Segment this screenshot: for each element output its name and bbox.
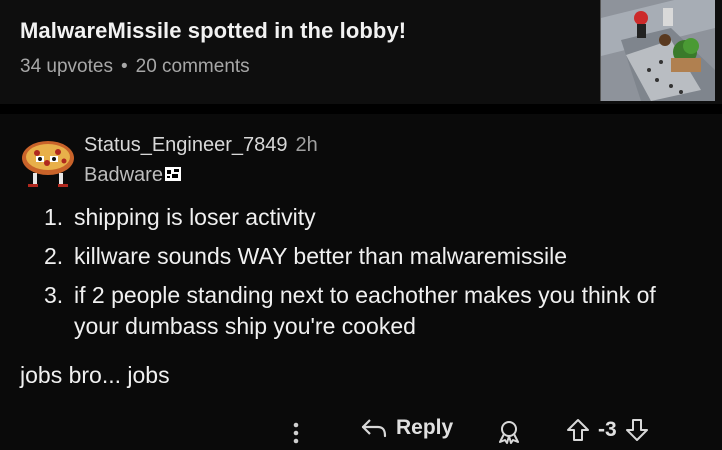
comment-time: 2h <box>295 134 318 156</box>
vote-controls: -3 <box>566 418 649 442</box>
post-thumbnail[interactable] <box>600 0 715 101</box>
username[interactable]: Status_Engineer_7849 <box>84 134 288 156</box>
list-text: if 2 people standing next to eachother m… <box>74 282 656 339</box>
reply-label: Reply <box>396 416 454 439</box>
section-divider <box>0 104 722 114</box>
comment-author[interactable]: Status_Engineer_7849 2h <box>84 134 318 157</box>
flair-text: Badware <box>84 164 163 186</box>
post-header[interactable]: MalwareMissile spotted in the lobby! 34 … <box>0 0 722 104</box>
downvote-arrow-icon[interactable] <box>625 418 649 442</box>
comment-actions: Reply -3 <box>0 410 722 450</box>
comment: Status_Engineer_7849 2h Badware 1. shippi… <box>0 114 722 450</box>
meta-separator: • <box>120 56 128 77</box>
list-item: 1. shipping is loser activity <box>44 202 684 233</box>
comment-count: 20 comments <box>135 56 250 77</box>
user-flair: Badware <box>84 164 181 187</box>
flair-icon <box>164 164 181 187</box>
reply-arrow-icon <box>361 419 387 438</box>
list-item: 3. if 2 people standing next to eachothe… <box>44 280 684 342</box>
list-number: 3. <box>44 282 64 308</box>
list-number: 1. <box>44 204 64 230</box>
list-item: 2. killware sounds WAY better than malwa… <box>44 241 684 272</box>
upvote-count: 34 upvotes <box>20 56 113 77</box>
list-text: killware sounds WAY better than malwarem… <box>74 243 567 269</box>
list-number: 2. <box>44 243 64 269</box>
avatar[interactable] <box>20 138 76 188</box>
upvote-arrow-icon[interactable] <box>566 418 590 442</box>
comment-extra-text: jobs bro... jobs <box>20 362 170 388</box>
vote-score: -3 <box>598 418 617 441</box>
post-meta: 34 upvotes • 20 comments <box>20 56 250 78</box>
reply-button[interactable]: Reply <box>360 416 453 440</box>
award-icon[interactable] <box>496 420 522 449</box>
comment-list: 1. shipping is loser activity 2. killwar… <box>44 202 684 350</box>
list-text: shipping is loser activity <box>74 204 316 230</box>
post-title[interactable]: MalwareMissile spotted in the lobby! <box>20 18 406 44</box>
more-vertical-icon[interactable] <box>292 422 300 449</box>
